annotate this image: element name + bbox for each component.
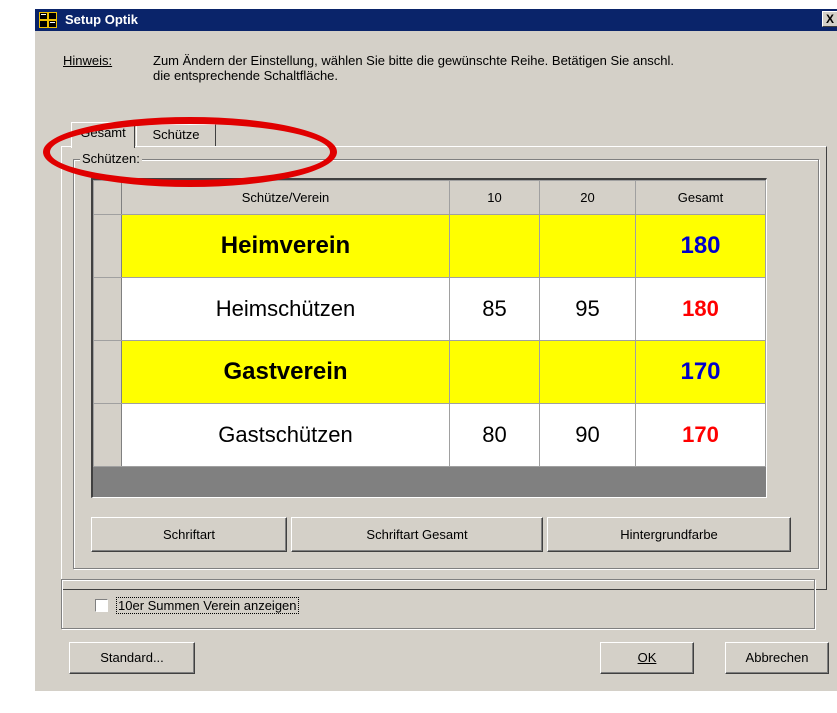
font-button[interactable]: Schriftart — [91, 517, 287, 552]
summen-verein-checkbox-label[interactable]: 10er Summen Verein anzeigen — [116, 597, 299, 614]
cell-10[interactable]: 80 — [449, 403, 540, 467]
font-total-button[interactable]: Schriftart Gesamt — [291, 517, 543, 552]
cell-name[interactable]: Gastschützen — [121, 403, 450, 467]
column-header-20[interactable]: 20 — [539, 180, 636, 215]
cell-name[interactable]: Heimschützen — [121, 277, 450, 341]
hint-text-line1: Zum Ändern der Einstellung, wählen Sie b… — [153, 53, 675, 68]
results-table: Schütze/Verein 10 20 Gesamt Heimverein 1… — [93, 180, 766, 467]
summen-verein-checkbox[interactable] — [95, 599, 108, 612]
cell-20[interactable]: 95 — [539, 277, 636, 341]
cell-total[interactable]: 170 — [635, 340, 766, 404]
cell-total[interactable]: 180 — [635, 277, 766, 341]
table-row[interactable]: Heimschützen 85 95 180 — [93, 277, 766, 341]
row-selector[interactable] — [93, 403, 122, 467]
close-icon[interactable]: X — [822, 11, 837, 27]
table-row[interactable]: Gastverein 170 — [93, 340, 766, 404]
table-row[interactable]: Gastschützen 80 90 170 — [93, 403, 766, 467]
cell-total[interactable]: 170 — [635, 403, 766, 467]
table-row[interactable]: Heimverein 180 — [93, 214, 766, 278]
ok-button-label: OK — [637, 650, 657, 665]
row-selector[interactable] — [93, 214, 122, 278]
window-title: Setup Optik — [65, 12, 138, 27]
highlight-annotation-ellipse — [43, 117, 337, 187]
hint-text: Zum Ändern der Einstellung, wählen Sie b… — [153, 53, 813, 83]
ok-button[interactable]: OK — [600, 642, 694, 674]
cancel-button[interactable]: Abbrechen — [725, 642, 829, 674]
row-selector[interactable] — [93, 340, 122, 404]
cell-20[interactable]: 90 — [539, 403, 636, 467]
cell-10[interactable] — [449, 214, 540, 278]
cell-20[interactable] — [539, 340, 636, 404]
cell-10[interactable] — [449, 340, 540, 404]
hint-text-line2: die entsprechende Schaltfläche. — [153, 68, 339, 83]
row-selector[interactable] — [93, 277, 122, 341]
app-grid-icon — [39, 12, 57, 28]
cell-10[interactable]: 85 — [449, 277, 540, 341]
cell-20[interactable] — [539, 214, 636, 278]
hint-label: Hinweis: — [63, 53, 113, 68]
row-header-corner — [93, 180, 122, 215]
cell-name[interactable]: Gastverein — [121, 340, 450, 404]
cell-name[interactable]: Heimverein — [121, 214, 450, 278]
results-grid[interactable]: Schütze/Verein 10 20 Gesamt Heimverein 1… — [91, 178, 767, 498]
column-header-10[interactable]: 10 — [449, 180, 540, 215]
background-color-button[interactable]: Hintergrundfarbe — [547, 517, 791, 552]
title-bar[interactable]: Setup Optik X — [35, 9, 837, 31]
cell-total[interactable]: 180 — [635, 214, 766, 278]
column-header-gesamt[interactable]: Gesamt — [635, 180, 766, 215]
setup-optik-dialog: Setup Optik X Hinweis: Zum Ändern der Ei… — [34, 8, 837, 691]
standard-button[interactable]: Standard... — [69, 642, 195, 674]
